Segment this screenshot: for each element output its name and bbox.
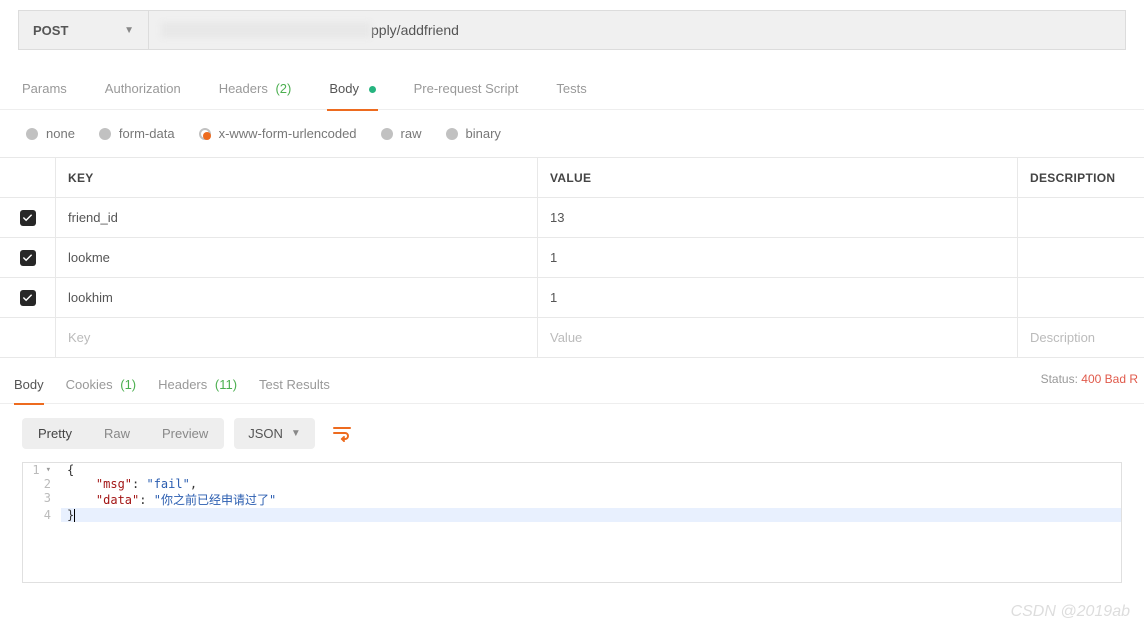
key-cell[interactable]: friend_id	[55, 198, 538, 237]
format-select[interactable]: JSON ▼	[234, 418, 315, 449]
radio-dot-icon	[26, 128, 38, 140]
body-type-radios: none form-data x-www-form-urlencoded raw…	[0, 110, 1144, 157]
tab-params[interactable]: Params	[20, 73, 69, 110]
preview-button[interactable]: Preview	[146, 418, 224, 449]
row-checkbox[interactable]	[20, 210, 36, 226]
response-toolbar: Pretty Raw Preview JSON ▼	[0, 404, 1144, 462]
radio-none[interactable]: none	[26, 126, 75, 141]
key-cell[interactable]: lookme	[55, 238, 538, 277]
desc-cell[interactable]	[1018, 278, 1144, 317]
tab-headers-count: (2)	[275, 81, 291, 96]
radio-dot-icon	[446, 128, 458, 140]
radio-urlencoded[interactable]: x-www-form-urlencoded	[199, 126, 357, 141]
table-row: friend_id 13	[0, 198, 1144, 238]
tab-body-label: Body	[329, 81, 359, 96]
view-mode-group: Pretty Raw Preview	[22, 418, 224, 449]
code-line: "data": "你之前已经申请过了"	[61, 491, 1121, 508]
table-row: lookhim 1	[0, 278, 1144, 318]
tab-authorization[interactable]: Authorization	[103, 73, 183, 110]
response-tab-body[interactable]: Body	[14, 371, 44, 404]
column-value: VALUE	[538, 158, 1018, 197]
table-row: lookme 1	[0, 238, 1144, 278]
value-cell[interactable]: 13	[538, 198, 1018, 237]
response-tab-test-results[interactable]: Test Results	[259, 371, 330, 404]
row-checkbox[interactable]	[20, 250, 36, 266]
radio-dot-selected-icon	[199, 128, 211, 140]
column-key: KEY	[55, 158, 538, 197]
response-tab-headers[interactable]: Headers (11)	[158, 371, 237, 404]
fold-icon[interactable]: ▾	[46, 465, 51, 475]
body-indicator-dot-icon	[369, 86, 376, 93]
radio-raw[interactable]: raw	[381, 126, 422, 141]
radio-form-data[interactable]: form-data	[99, 126, 175, 141]
row-checkbox[interactable]	[20, 290, 36, 306]
status-code-text: 400 Bad R	[1081, 372, 1138, 386]
chevron-down-icon: ▼	[124, 25, 134, 36]
key-cell[interactable]: lookhim	[55, 278, 538, 317]
response-status: Status: 400 Bad R	[1041, 372, 1138, 386]
table-placeholder-row: Key Value Description	[0, 318, 1144, 358]
desc-cell[interactable]	[1018, 198, 1144, 237]
code-line: {	[61, 463, 1121, 477]
tab-tests[interactable]: Tests	[554, 73, 588, 110]
url-visible-text: pply/addfriend	[371, 22, 459, 38]
column-description: DESCRIPTION	[1018, 158, 1144, 197]
cursor-icon	[74, 509, 75, 522]
tab-body[interactable]: Body	[327, 73, 377, 110]
wrap-lines-icon[interactable]	[325, 416, 359, 450]
line-number: 3	[23, 491, 61, 508]
chevron-down-icon: ▼	[291, 428, 301, 439]
url-blurred-segment	[161, 22, 371, 38]
url-input[interactable]: pply/addfriend	[148, 10, 1126, 50]
tab-headers[interactable]: Headers (2)	[217, 73, 294, 110]
raw-button[interactable]: Raw	[88, 418, 146, 449]
radio-dot-icon	[381, 128, 393, 140]
code-line: "msg": "fail",	[61, 477, 1121, 491]
code-line: }	[61, 508, 1121, 522]
line-number: 2	[23, 477, 61, 491]
line-number: 1	[32, 463, 39, 477]
radio-dot-icon	[99, 128, 111, 140]
response-tabs: Body Cookies (1) Headers (11) Test Resul…	[0, 358, 1144, 404]
pretty-button[interactable]: Pretty	[22, 418, 88, 449]
form-data-table: KEY VALUE DESCRIPTION friend_id 13 lookm…	[0, 157, 1144, 358]
radio-binary[interactable]: binary	[446, 126, 501, 141]
line-number: 4	[23, 508, 61, 522]
desc-placeholder[interactable]: Description	[1018, 318, 1144, 357]
response-tab-cookies[interactable]: Cookies (1)	[66, 371, 136, 404]
response-editor[interactable]: 1 ▾ { 2 "msg": "fail", 3 "data": "你之前已经申请…	[22, 462, 1122, 583]
http-method-select[interactable]: POST ▼	[18, 10, 148, 50]
desc-cell[interactable]	[1018, 238, 1144, 277]
tab-pre-request[interactable]: Pre-request Script	[412, 73, 521, 110]
http-method-label: POST	[33, 23, 68, 38]
key-placeholder[interactable]: Key	[55, 318, 538, 357]
watermark-text: CSDN @2019ab	[1011, 603, 1130, 621]
value-placeholder[interactable]: Value	[538, 318, 1018, 357]
request-tabs: Params Authorization Headers (2) Body Pr…	[0, 60, 1144, 110]
value-cell[interactable]: 1	[538, 238, 1018, 277]
tab-headers-label: Headers	[219, 81, 268, 96]
value-cell[interactable]: 1	[538, 278, 1018, 317]
table-header-row: KEY VALUE DESCRIPTION	[0, 158, 1144, 198]
